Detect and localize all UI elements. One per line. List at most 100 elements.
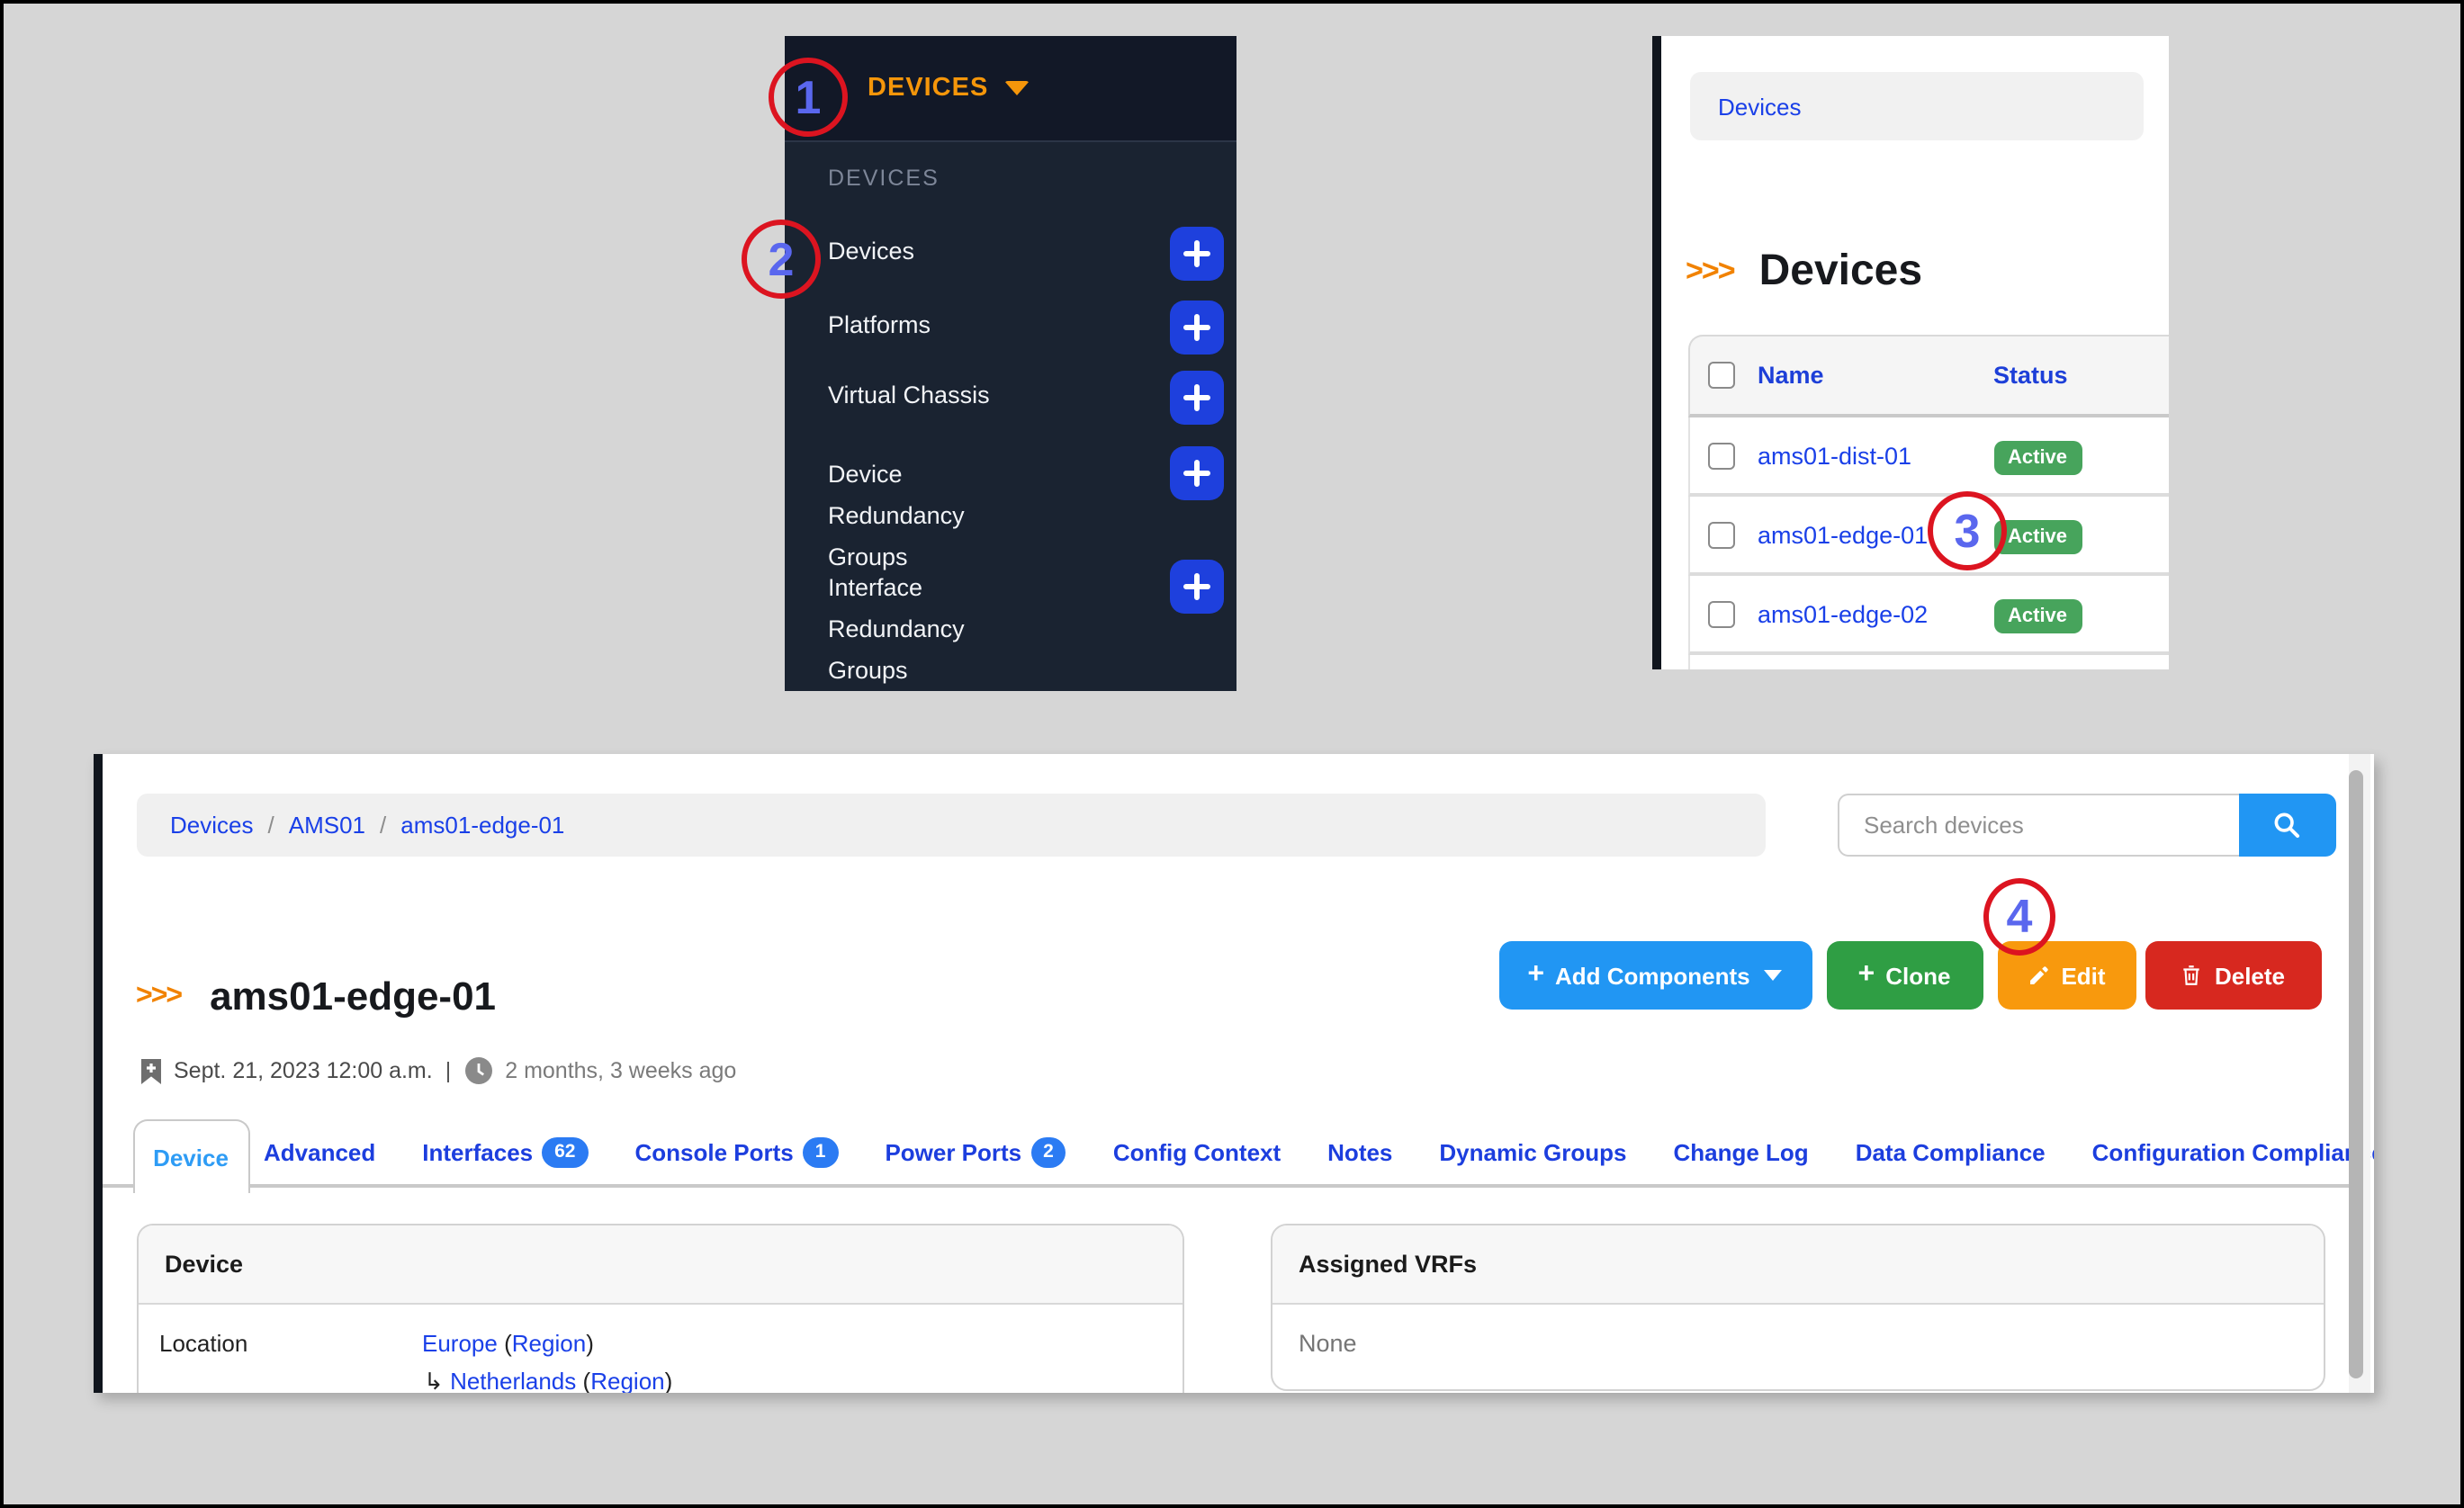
row-checkbox[interactable] (1707, 442, 1734, 469)
tab-data-compliance[interactable]: Data Compliance (1856, 1138, 2046, 1165)
plus-icon: + (1527, 961, 1544, 990)
tab-change-log[interactable]: Change Log (1673, 1138, 1808, 1165)
devices-section-label: DEVICES (828, 166, 940, 191)
plus-icon (1183, 239, 1211, 268)
add-virtual-chassis-button[interactable] (1170, 371, 1224, 425)
add-interface-redundancy-group-button[interactable] (1170, 560, 1224, 614)
count-badge: 62 (542, 1136, 588, 1167)
column-header-name[interactable]: Name (1758, 362, 1824, 389)
delete-button[interactable]: Delete (2145, 941, 2321, 1010)
tab-interfaces[interactable]: Interfaces62 (422, 1136, 588, 1167)
row-checkbox[interactable] (1707, 600, 1734, 627)
add-platform-button[interactable] (1170, 301, 1224, 355)
vrf-none-value: None (1299, 1330, 1357, 1357)
card-header: Assigned VRFs (1272, 1225, 2323, 1305)
clone-button[interactable]: + Clone (1826, 941, 1983, 1010)
table-row: ams01-dist-01 Active (1687, 417, 2169, 497)
annotation-step-2: 2 (742, 220, 821, 299)
breadcrumb-link-device[interactable]: ams01-edge-01 (400, 812, 564, 839)
region-link[interactable]: Europe (422, 1330, 498, 1357)
location-value: Europe (Region) (422, 1330, 594, 1357)
menu-item-label: Virtual Chassis (828, 374, 1044, 416)
plus-icon (1183, 383, 1211, 412)
scrollbar-track[interactable] (2349, 754, 2370, 1393)
tab-bar: Advanced Interfaces62 Console Ports1 Pow… (264, 1119, 2374, 1184)
count-badge: 1 (803, 1136, 839, 1167)
device-link[interactable]: ams01-edge-02 (1758, 600, 1928, 627)
menu-item-label: Devices (828, 230, 1044, 272)
tab-dynamic-groups[interactable]: Dynamic Groups (1439, 1138, 1626, 1165)
pencil-icon (2027, 964, 2050, 987)
menu-item-virtual-chassis[interactable]: Virtual Chassis (828, 374, 1188, 416)
breadcrumb-link-devices[interactable]: Devices (1718, 93, 1802, 120)
region-type-link[interactable]: Region (590, 1368, 664, 1393)
breadcrumb-separator: / (380, 812, 386, 839)
panel-left-border (94, 754, 102, 1393)
annotation-step-4: 4 (1983, 878, 2055, 956)
menu-item-interface-redundancy-groups[interactable]: Interface Redundancy Groups (828, 567, 1188, 691)
devices-table: Name Status ams01-dist-01 Active ams01-e… (1687, 335, 2169, 669)
tab-notes[interactable]: Notes (1327, 1138, 1392, 1165)
breadcrumb: Devices / AMS01 / ams01-edge-01 (136, 794, 1765, 857)
menu-item-devices[interactable]: Devices (828, 230, 1188, 272)
tab-device[interactable]: Device (132, 1119, 249, 1193)
menu-item-platforms[interactable]: Platforms (828, 304, 1188, 346)
tab-bar-border (102, 1184, 2348, 1188)
add-device-button[interactable] (1170, 227, 1224, 281)
location-label: Location (159, 1330, 247, 1357)
tab-console-ports[interactable]: Console Ports1 (635, 1136, 839, 1167)
scrollbar-thumb[interactable] (2349, 770, 2363, 1378)
trash-icon (2181, 963, 2204, 988)
search-input[interactable] (1837, 794, 2238, 857)
menu-item-label: Device Redundancy Groups (828, 453, 1044, 578)
timestamp-row: Sept. 21, 2023 12:00 a.m. | 2 months, 3 … (139, 1056, 736, 1085)
chevron-down-icon (1004, 81, 1030, 95)
breadcrumb-link-ams01[interactable]: AMS01 (289, 812, 365, 839)
table-row-partial (1687, 655, 2169, 669)
add-components-button[interactable]: + Add Components (1498, 941, 1812, 1010)
device-link[interactable]: ams01-dist-01 (1758, 442, 1911, 469)
page-title: Devices (1759, 247, 1923, 297)
plus-icon (1183, 572, 1211, 601)
chevron-down-icon (1765, 970, 1783, 981)
plus-icon (1183, 313, 1211, 342)
count-badge: 2 (1030, 1136, 1066, 1167)
menu-item-label: Platforms (828, 304, 1044, 346)
prompt-chevrons: >>> (1686, 254, 1734, 290)
tab-config-context[interactable]: Config Context (1113, 1138, 1281, 1165)
add-device-redundancy-group-button[interactable] (1170, 446, 1224, 500)
menu-item-label: Interface Redundancy Groups (828, 567, 1044, 691)
devices-menu-header[interactable]: DEVICES (785, 36, 1236, 142)
plus-icon: + (1858, 961, 1875, 990)
child-arrow-icon: ↳ (424, 1368, 444, 1393)
breadcrumb-link-devices[interactable]: Devices (170, 812, 254, 839)
column-header-status[interactable]: Status (1993, 362, 2068, 389)
location-child-value: ↳ Netherlands (Region) (424, 1368, 672, 1393)
select-all-checkbox[interactable] (1707, 362, 1734, 389)
annotation-step-3: 3 (1928, 491, 2007, 570)
region-link[interactable]: Netherlands (450, 1368, 576, 1393)
breadcrumb-separator: / (268, 812, 274, 839)
menu-item-device-redundancy-groups[interactable]: Device Redundancy Groups (828, 453, 1188, 578)
search-icon (2271, 810, 2302, 840)
table-header-row: Name Status (1687, 335, 2169, 417)
devices-dropdown-menu: DEVICES DEVICES Devices Platforms Virtua… (785, 36, 1236, 691)
prompt-chevrons: >>> (136, 981, 181, 1013)
status-badge: Active (1993, 520, 2082, 554)
annotation-step-1: 1 (769, 58, 848, 137)
region-type-link[interactable]: Region (512, 1330, 586, 1357)
search-button[interactable] (2238, 794, 2335, 857)
device-detail-panel: Devices / AMS01 / ams01-edge-01 >>> ams01-ed… (94, 754, 2374, 1393)
row-checkbox[interactable] (1707, 521, 1734, 548)
search-bar (1837, 794, 2335, 857)
status-badge: Active (1993, 599, 2082, 633)
plus-icon (1183, 459, 1211, 488)
page-title: ams01-edge-01 (210, 974, 496, 1020)
device-card: Device Location Europe (Region) ↳ Nether… (136, 1224, 1183, 1393)
table-row: ams01-edge-02 Active (1687, 576, 2169, 655)
tab-advanced[interactable]: Advanced (264, 1138, 375, 1165)
assigned-vrfs-card: Assigned VRFs None (1270, 1224, 2325, 1391)
tab-configuration-compliance[interactable]: Configuration Compliance (2092, 1138, 2374, 1165)
device-link[interactable]: ams01-edge-01 (1758, 521, 1928, 548)
tab-power-ports[interactable]: Power Ports2 (885, 1136, 1066, 1167)
